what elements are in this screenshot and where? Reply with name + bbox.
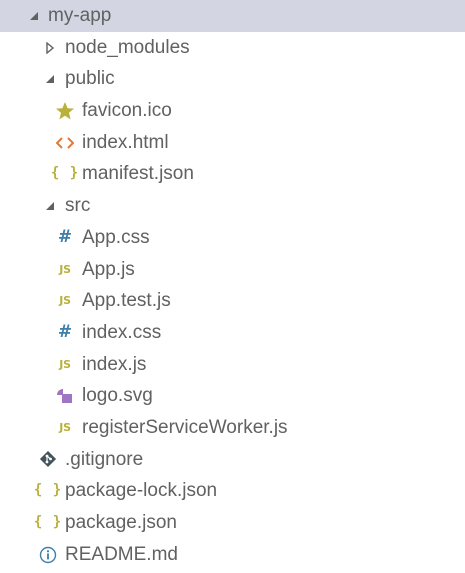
json-icon: { } xyxy=(33,514,63,530)
js-icon: JS xyxy=(59,262,71,276)
hash-icon: # xyxy=(57,321,73,342)
tree-item-label: my-app xyxy=(48,5,112,26)
tree-item-register-service-worker-js[interactable]: JS registerServiceWorker.js xyxy=(0,412,465,444)
hash-icon: # xyxy=(57,226,73,247)
info-icon xyxy=(38,539,58,571)
tree-item-app-css[interactable]: # App.css xyxy=(0,222,465,254)
tree-item-label: package-lock.json xyxy=(65,480,218,502)
tree-item-app-test-js[interactable]: JS App.test.js xyxy=(0,285,465,317)
tree-item-label: favicon.ico xyxy=(82,100,172,122)
tree-item-label: .gitignore xyxy=(65,448,144,470)
tree-item-label: index.css xyxy=(82,321,162,343)
tree-item-gitignore[interactable]: .gitignore xyxy=(0,444,465,476)
tree-item-label: App.test.js xyxy=(82,290,171,312)
tree-item-label: App.js xyxy=(82,258,135,280)
expanded-arrow-icon[interactable] xyxy=(42,190,58,222)
tree-item-label: App.css xyxy=(82,226,150,248)
tree-item-label: manifest.json xyxy=(82,163,194,185)
image-icon xyxy=(55,380,75,412)
tree-item-logo-svg[interactable]: logo.svg xyxy=(0,380,465,412)
tree-item-src[interactable]: src xyxy=(0,190,465,222)
expanded-arrow-icon[interactable] xyxy=(42,63,58,95)
json-icon: { } xyxy=(50,165,80,182)
tree-item-label: index.html xyxy=(82,131,169,153)
git-icon xyxy=(38,444,58,476)
tree-item-label: public xyxy=(65,68,115,90)
tree-item-label: node_modules xyxy=(65,36,190,58)
file-explorer-tree: my-app node_modules public favicon.ico i… xyxy=(0,0,465,573)
js-icon: JS xyxy=(59,294,71,308)
star-icon xyxy=(55,95,75,127)
tree-item-label: README.md xyxy=(65,543,178,565)
tree-item-node-modules[interactable]: node_modules xyxy=(0,32,465,64)
json-icon: { } xyxy=(33,482,63,499)
collapsed-arrow-icon[interactable] xyxy=(42,32,58,64)
js-icon: JS xyxy=(59,357,71,371)
tree-item-app-js[interactable]: JS App.js xyxy=(0,254,465,286)
tree-item-label: package.json xyxy=(65,512,177,533)
tree-item-package-lock-json[interactable]: { } package-lock.json xyxy=(0,475,465,507)
expanded-arrow-icon[interactable] xyxy=(26,0,42,32)
tree-item-label: src xyxy=(65,195,91,217)
tree-item-label: index.js xyxy=(82,353,147,375)
tree-item-readme-md[interactable]: README.md xyxy=(0,539,465,571)
tree-item-public[interactable]: public xyxy=(0,63,465,95)
tree-item-index-css[interactable]: # index.css xyxy=(0,317,465,349)
tree-item-package-json[interactable]: { } package.json xyxy=(0,507,465,539)
code-icon xyxy=(55,127,75,159)
js-icon: JS xyxy=(59,420,71,434)
tree-item-index-html[interactable]: index.html xyxy=(0,127,465,159)
tree-item-my-app[interactable]: my-app xyxy=(0,0,465,32)
tree-item-label: logo.svg xyxy=(82,385,153,407)
tree-item-index-js[interactable]: JS index.js xyxy=(0,349,465,381)
tree-item-label: registerServiceWorker.js xyxy=(82,416,288,438)
tree-item-favicon[interactable]: favicon.ico xyxy=(0,95,465,127)
tree-item-manifest-json[interactable]: { } manifest.json xyxy=(0,158,465,190)
